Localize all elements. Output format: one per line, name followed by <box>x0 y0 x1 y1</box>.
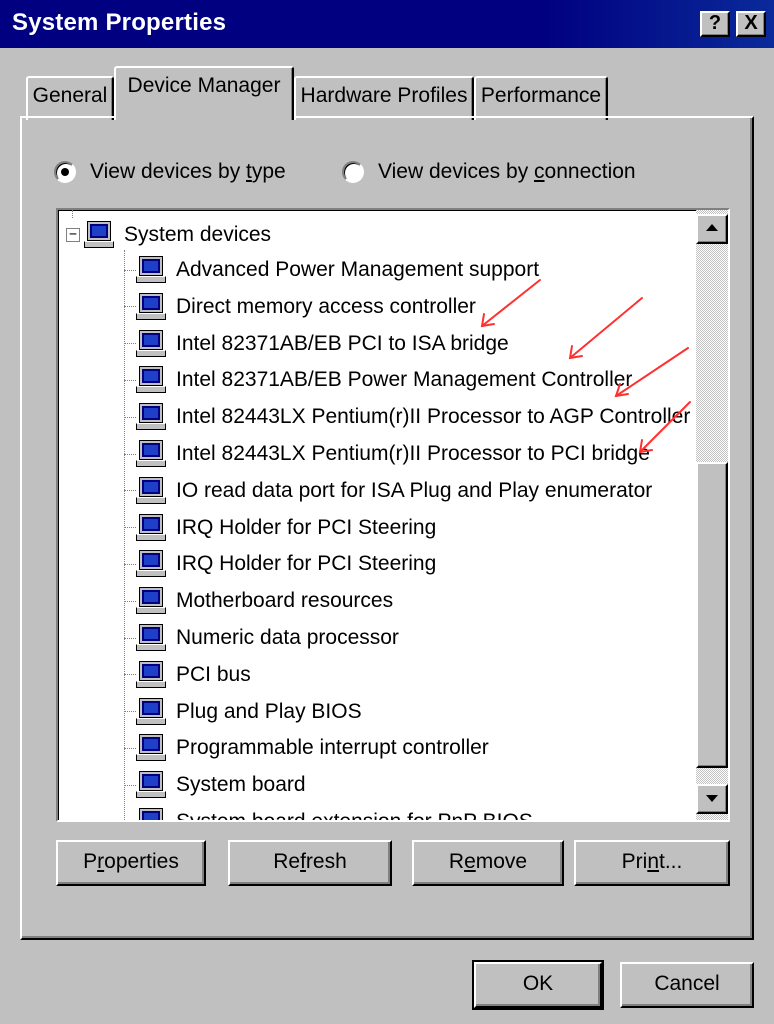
tab-general[interactable]: General <box>26 76 114 120</box>
device-manager-panel <box>20 116 754 940</box>
system-properties-window: System Properties ? X General Device Man… <box>0 0 774 1024</box>
help-button[interactable]: ? <box>700 11 730 37</box>
window-title: System Properties <box>12 9 227 36</box>
tab-hardware-profiles[interactable]: Hardware Profiles <box>294 76 474 120</box>
tab-device-manager[interactable]: Device Manager <box>114 66 294 120</box>
close-button[interactable]: X <box>736 11 766 37</box>
title-bar[interactable]: System Properties ? X <box>0 0 774 48</box>
tab-performance[interactable]: Performance <box>474 76 608 120</box>
ok-button[interactable]: OK <box>472 960 604 1010</box>
cancel-button[interactable]: Cancel <box>620 962 754 1008</box>
